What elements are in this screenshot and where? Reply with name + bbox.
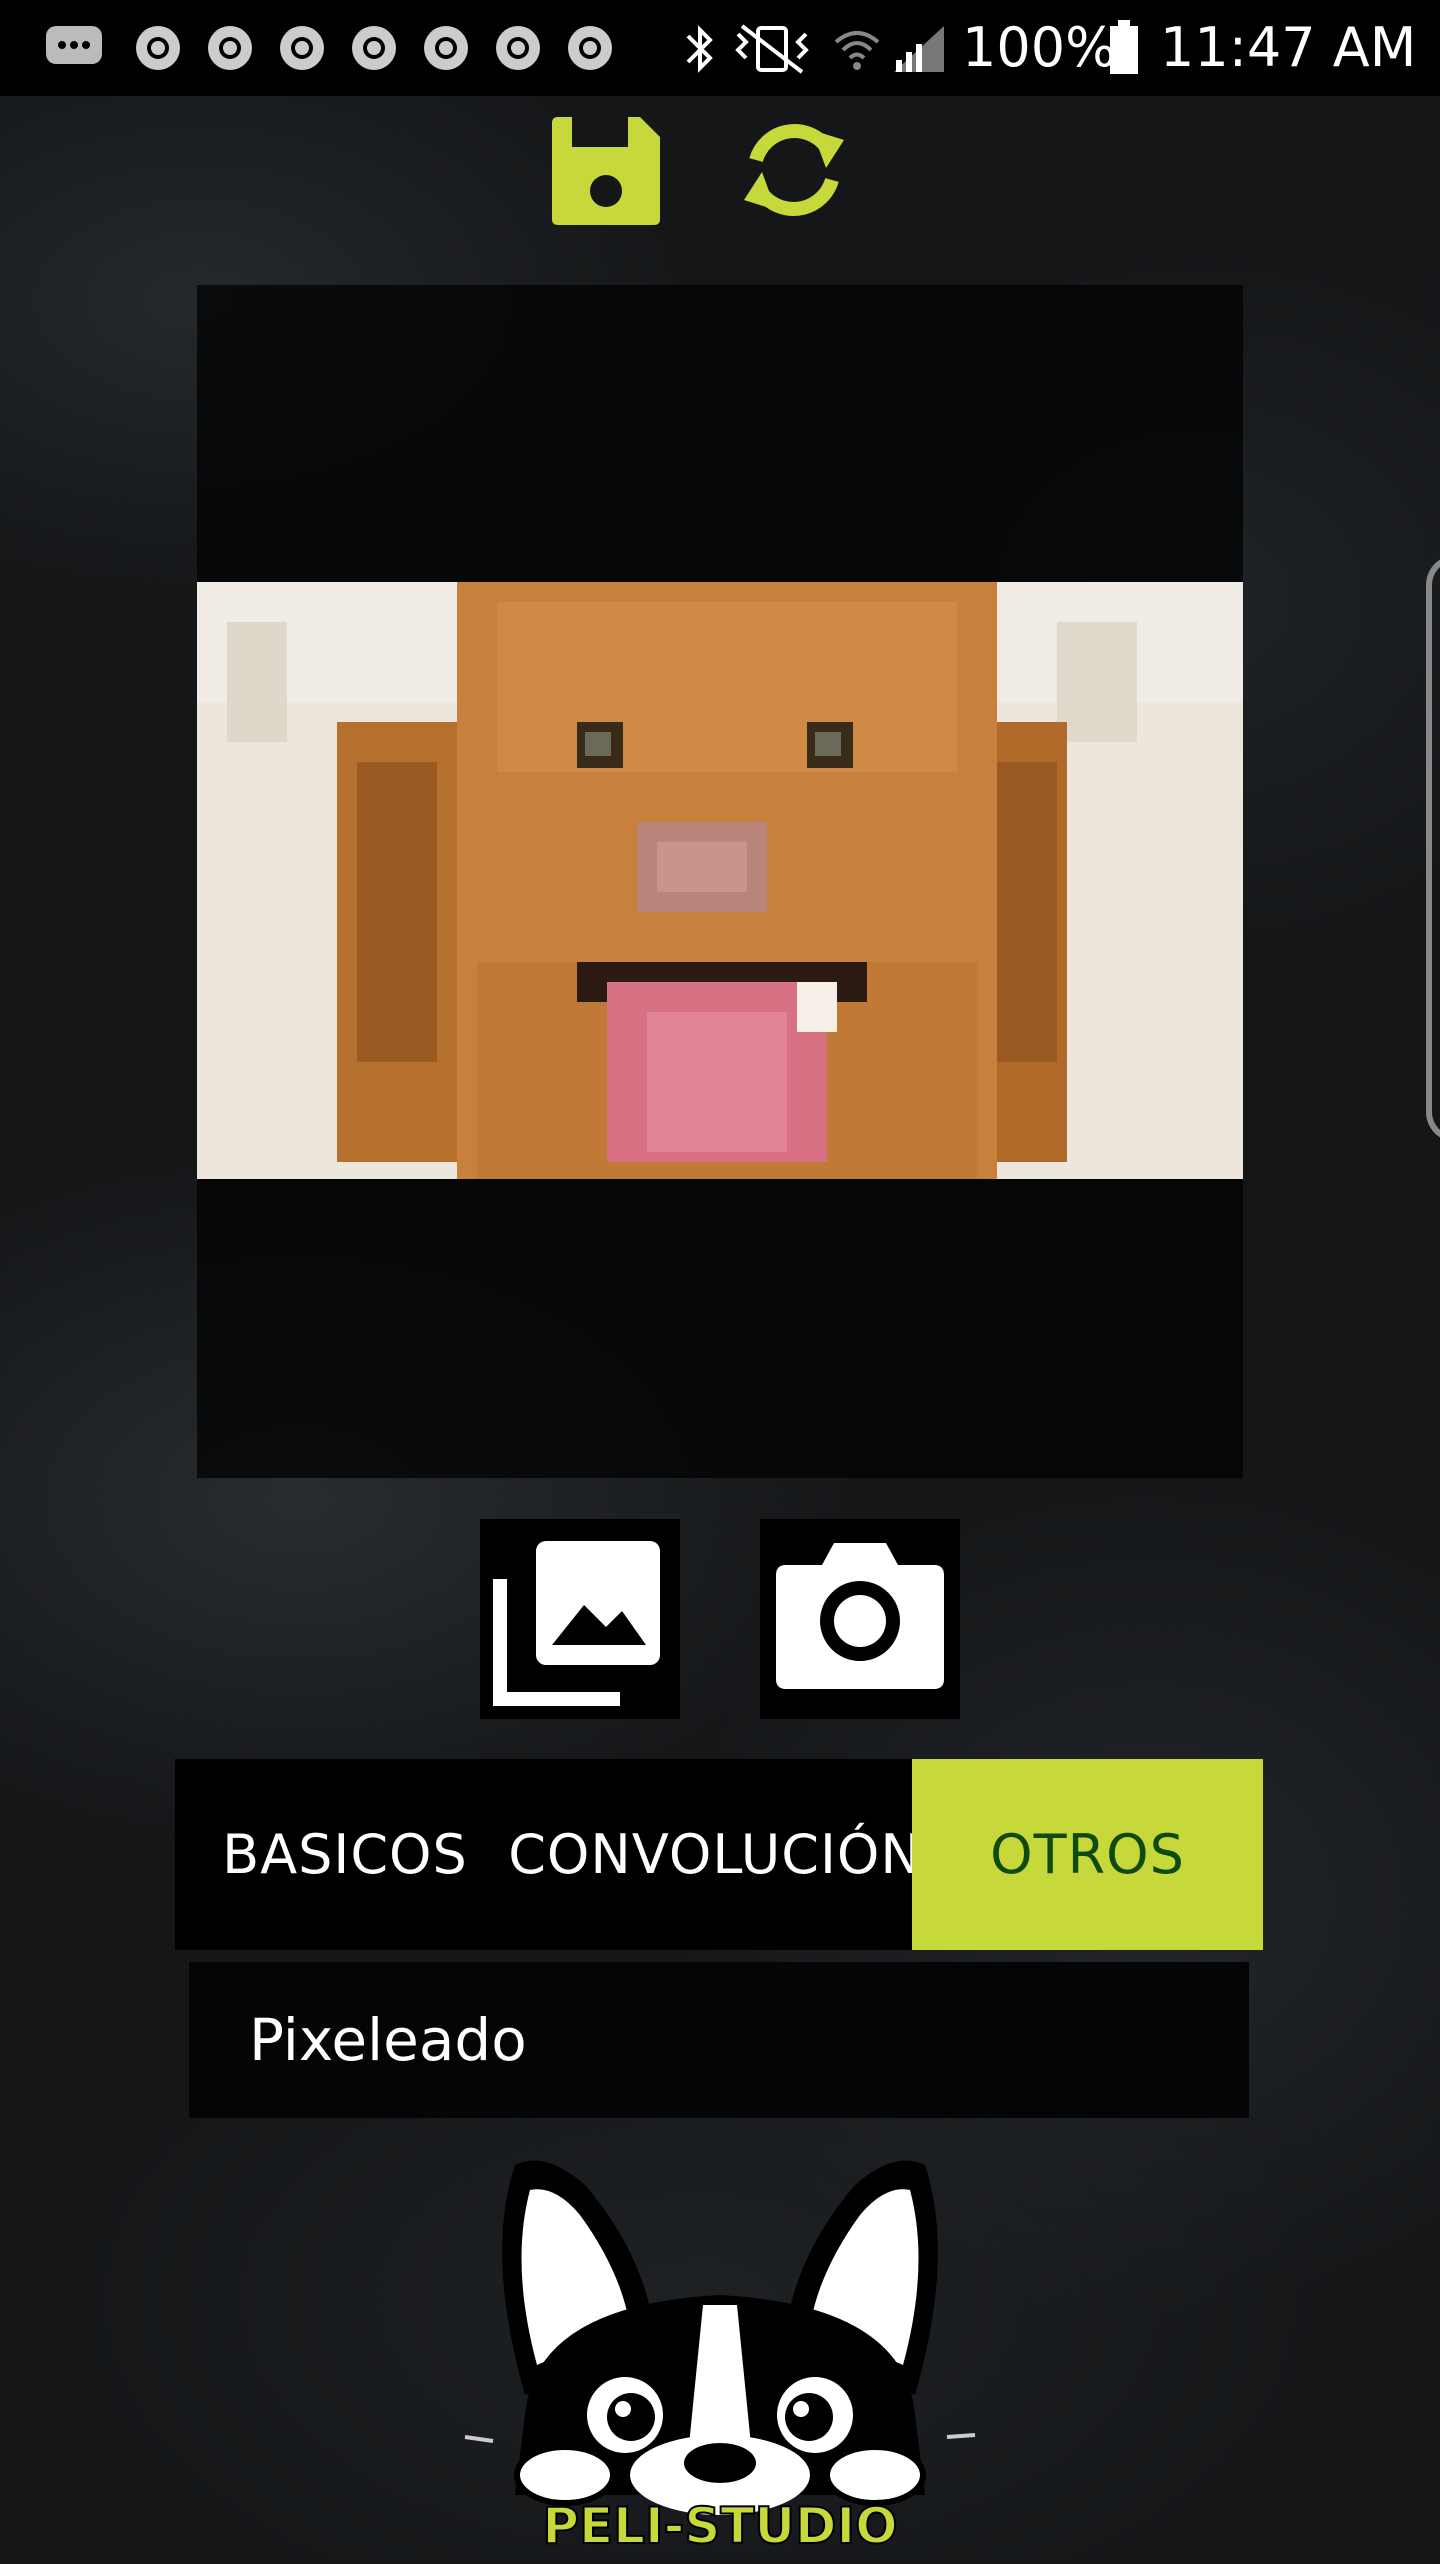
tab-convolucion-label: CONVOLUCIÓN [508,1823,922,1886]
chrome-icon [424,26,468,70]
wifi-icon [834,31,880,70]
signal-icon [894,26,944,72]
bluetooth-icon [686,25,713,73]
filter-list: Pixeleado [189,1962,1249,2118]
battery-percent: 100% [962,16,1117,79]
chrome-icon [568,26,612,70]
chrome-icon [352,26,396,70]
peli-studio-logo: PELI-STUDIO [455,2145,985,2560]
vibrate-icon [735,24,809,74]
chrome-icon [280,26,324,70]
status-bar: 100% 11:47 AM [0,0,1440,96]
chrome-icon [208,26,252,70]
filter-category-tabs: BASICOS CONVOLUCIÓN OTROS [175,1759,1263,1950]
refresh-button[interactable] [726,110,862,230]
tab-otros-label: OTROS [990,1823,1185,1886]
battery-icon [1110,20,1138,74]
clock: 11:47 AM [1160,16,1417,79]
tab-basicos-label: BASICOS [222,1823,468,1886]
filter-item-pixeleado[interactable]: Pixeleado [249,1962,527,2118]
camera-icon [776,1543,944,1689]
gallery-button[interactable] [480,1519,680,1719]
tab-convolucion[interactable]: CONVOLUCIÓN [508,1759,921,1950]
tab-basicos[interactable]: BASICOS [175,1759,515,1950]
save-button[interactable] [548,113,664,229]
refresh-icon [744,124,844,216]
chrome-icon [136,26,180,70]
message-icon [46,26,102,64]
camera-button[interactable] [760,1519,960,1719]
logo-text: PELI-STUDIO [542,2497,897,2555]
tab-otros[interactable]: OTROS [912,1759,1263,1950]
chrome-icon [496,26,540,70]
save-icon [552,117,660,225]
edge-panel-handle[interactable] [1426,555,1440,1142]
gallery-icon [493,1541,660,1706]
preview-image [197,582,1243,1179]
